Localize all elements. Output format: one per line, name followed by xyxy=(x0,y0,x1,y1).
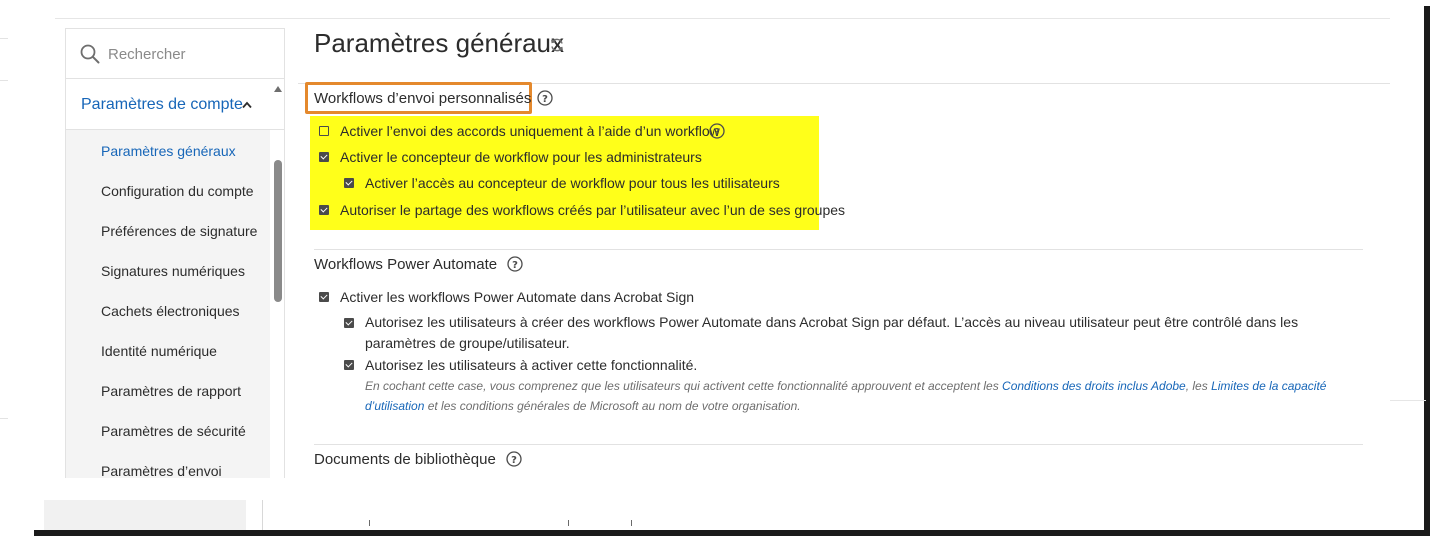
help-icon[interactable]: ? xyxy=(507,256,523,272)
checkbox-checked[interactable] xyxy=(319,205,329,215)
option-enable-power-automate[interactable]: Activer les workflows Power Automate dan… xyxy=(319,290,694,305)
section-divider xyxy=(314,249,1363,250)
option-label[interactable]: Activer le concepteur de workflow pour l… xyxy=(340,150,702,165)
sidebar-scrollbar[interactable] xyxy=(270,80,284,478)
note-text: et les conditions générales de Microsoft… xyxy=(424,399,801,413)
option-label[interactable]: Autoriser le partage des workflows créés… xyxy=(340,203,845,218)
option-share-workflows-groups[interactable]: Autoriser le partage des workflows créés… xyxy=(319,203,845,218)
help-icon[interactable]: ? xyxy=(506,451,522,467)
section-divider xyxy=(314,444,1363,445)
option-designer-admins[interactable]: Activer le concepteur de workflow pour l… xyxy=(319,150,702,165)
search-placeholder[interactable]: Rechercher xyxy=(108,46,186,63)
bottom-panel-fragment xyxy=(44,500,246,530)
option-designer-all-users[interactable]: Activer l’accès au concepteur de workflo… xyxy=(344,176,780,191)
svg-text:?: ? xyxy=(714,127,720,138)
sidebar-item-send-settings[interactable]: Paramètres d’envoi xyxy=(101,463,222,478)
sidebar-item-general-settings[interactable]: Paramètres généraux xyxy=(101,143,236,159)
section-title-custom-workflows: Workflows d’envoi personnalisés xyxy=(314,90,532,107)
scroll-up-arrow[interactable] xyxy=(274,86,282,92)
consent-note: En cochant cette case, vous comprenez qu… xyxy=(365,376,1385,416)
help-icon[interactable]: ? xyxy=(537,90,553,106)
option-users-create-power-automate[interactable]: Autorisez les utilisateurs à créer des w… xyxy=(365,312,1345,354)
main-content: Paramètres généraux Workflows d’envoi pe… xyxy=(298,28,1390,478)
sidebar-item-signature-preferences[interactable]: Préférences de signature xyxy=(101,223,257,239)
gutter-line xyxy=(0,418,8,419)
svg-text:?: ? xyxy=(511,455,517,466)
search-icon xyxy=(80,44,100,64)
note-text: , les xyxy=(1185,379,1212,393)
sidebar-nav-list: Paramètres généraux Configuration du com… xyxy=(66,130,270,478)
search-box[interactable]: Rechercher xyxy=(66,28,284,79)
checkbox-checked[interactable] xyxy=(344,360,354,370)
sidebar-item-digital-signatures[interactable]: Signatures numériques xyxy=(101,263,245,279)
svg-text:?: ? xyxy=(512,260,518,271)
account-settings-label[interactable]: Paramètres de compte xyxy=(81,96,243,114)
chevron-up-icon[interactable] xyxy=(242,101,252,109)
checkbox-checked[interactable] xyxy=(319,292,329,302)
option-label[interactable]: Activer l’accès au concepteur de workflo… xyxy=(365,176,780,191)
refresh-icon[interactable] xyxy=(549,37,565,53)
checkbox-checked[interactable] xyxy=(319,152,329,162)
option-label[interactable]: Activer les workflows Power Automate dan… xyxy=(340,290,694,305)
sidebar-item-security-settings[interactable]: Paramètres de sécurité xyxy=(101,423,246,439)
sidebar: Rechercher Paramètres de compte Paramètr… xyxy=(65,28,285,478)
tick-mark xyxy=(631,520,632,526)
sidebar-item-report-settings[interactable]: Paramètres de rapport xyxy=(101,383,241,399)
note-text: En cochant cette case, vous comprenez qu… xyxy=(365,379,1003,393)
sidebar-section-account-settings[interactable]: Paramètres de compte xyxy=(66,80,284,130)
checkbox-checked[interactable] xyxy=(344,178,354,188)
help-icon[interactable]: ? xyxy=(709,123,725,139)
option-label[interactable]: Activer l’envoi des accords uniquement à… xyxy=(340,124,720,139)
scrollbar-thumb[interactable] xyxy=(274,160,282,302)
adobe-terms-link[interactable]: Conditions des droits inclus Adobe xyxy=(1002,379,1186,393)
sidebar-item-account-setup[interactable]: Configuration du compte xyxy=(101,183,254,199)
checkbox-checked[interactable] xyxy=(344,318,354,328)
top-divider xyxy=(55,18,1390,19)
section-title-power-automate: Workflows Power Automate xyxy=(314,256,498,273)
svg-text:?: ? xyxy=(542,94,548,105)
page-title: Paramètres généraux xyxy=(314,28,565,58)
sidebar-item-digital-identity[interactable]: Identité numérique xyxy=(101,343,217,359)
bottom-divider-fragment xyxy=(262,500,263,530)
checkbox-unchecked[interactable] xyxy=(319,126,329,136)
tick-mark xyxy=(568,520,569,526)
tick-mark xyxy=(369,520,370,526)
sidebar-item-electronic-seals[interactable]: Cachets électroniques xyxy=(101,303,240,319)
left-gutter xyxy=(0,0,28,541)
option-users-enable-feature[interactable]: Autorisez les utilisateurs à activer cet… xyxy=(344,358,697,373)
option-label[interactable]: Autorisez les utilisateurs à activer cet… xyxy=(365,358,697,373)
gutter-line xyxy=(0,80,8,81)
gutter-line xyxy=(0,38,8,39)
right-divider xyxy=(1390,400,1426,401)
section-title-library-documents: Documents de bibliothèque xyxy=(314,451,496,468)
option-send-only-workflow[interactable]: Activer l’envoi des accords uniquement à… xyxy=(319,124,720,139)
